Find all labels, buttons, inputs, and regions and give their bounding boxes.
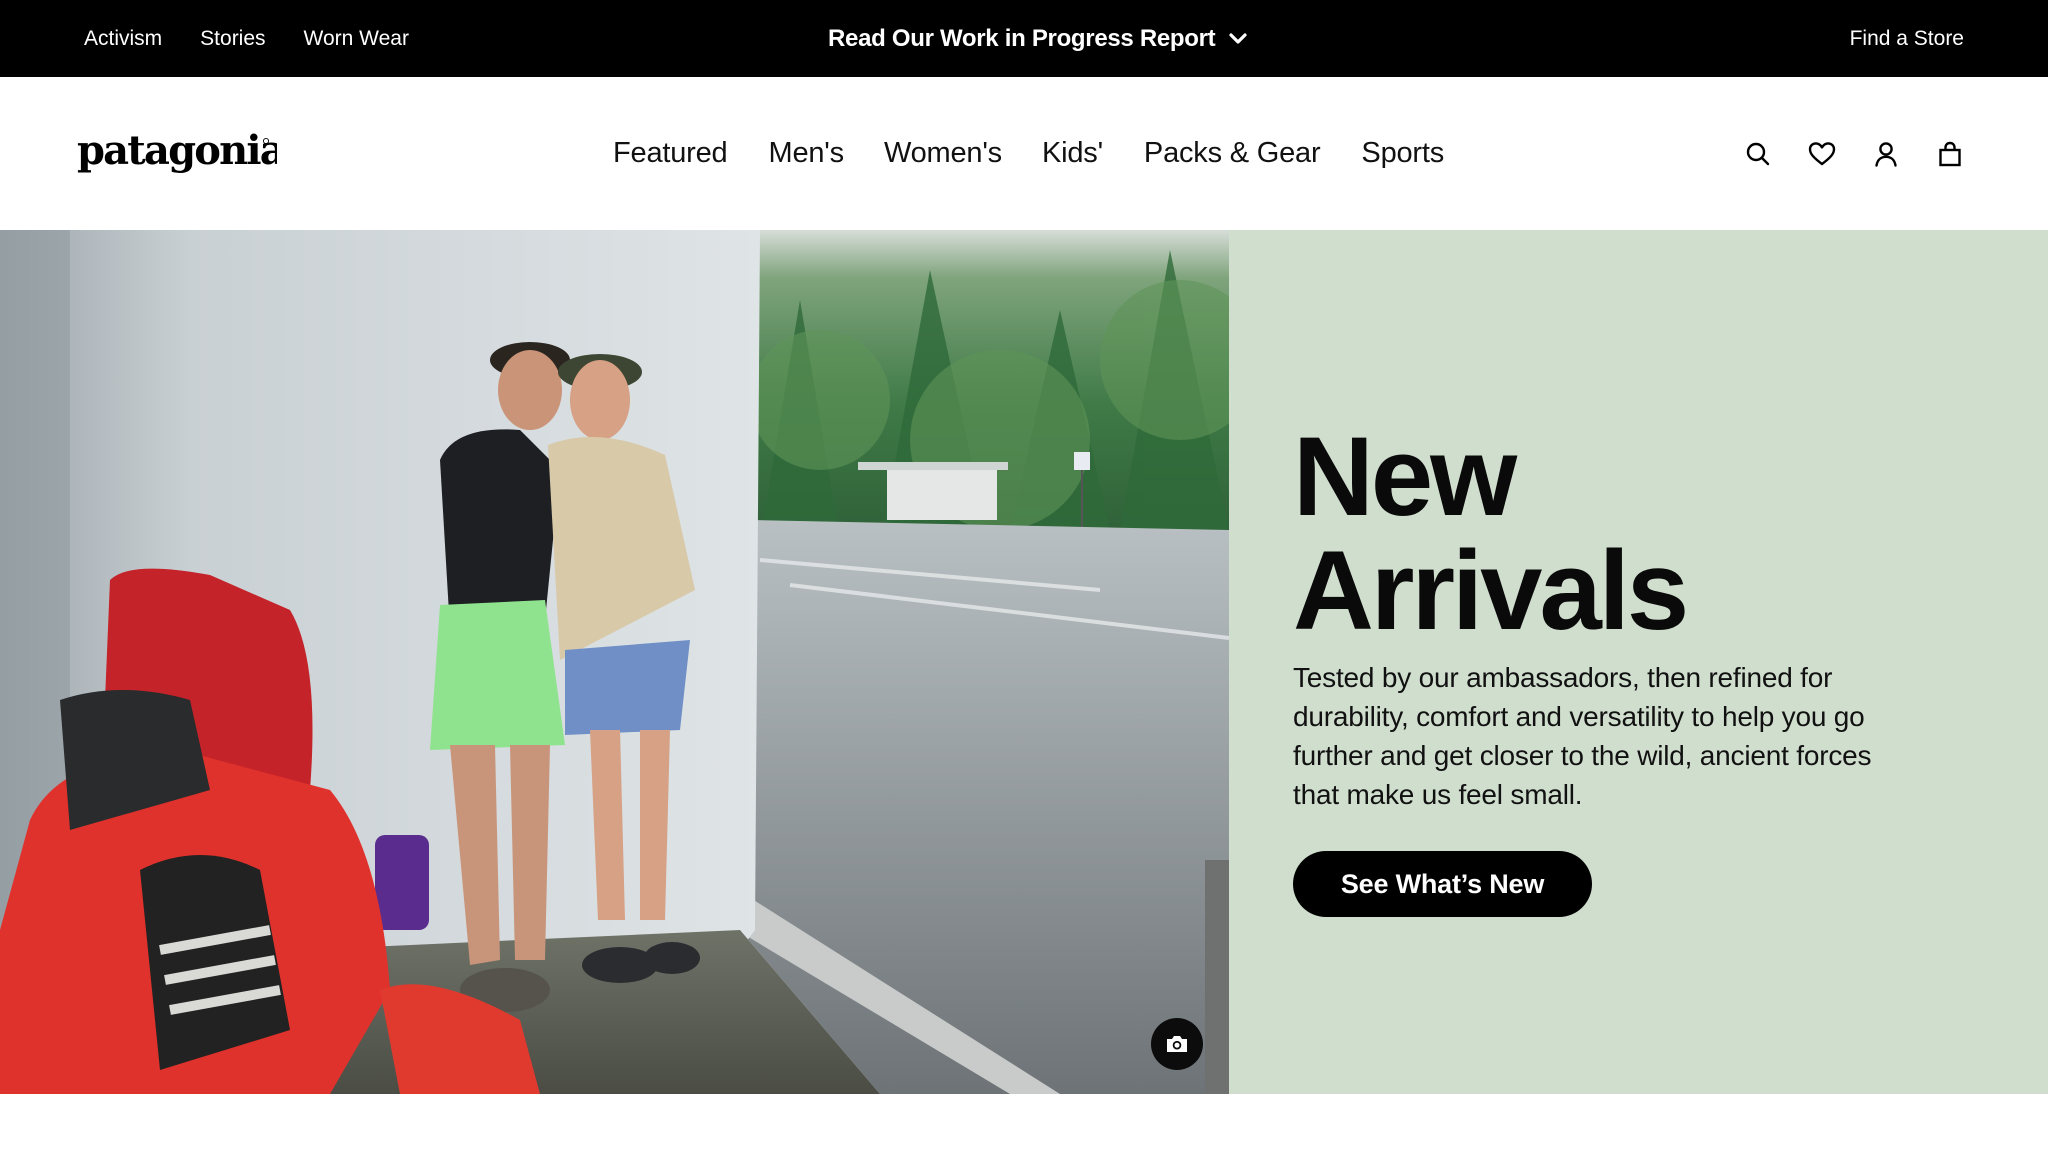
nav-mens[interactable]: Men's (768, 137, 844, 170)
find-store-link[interactable]: Find a Store (1850, 0, 1964, 77)
see-whats-new-button[interactable]: See What’s New (1293, 851, 1592, 917)
logo-wordmark: patagonia (77, 128, 277, 174)
announcement-text: Read Our Work in Progress Report (828, 24, 1216, 52)
hero-title-line-2: Arrivals (1293, 528, 1689, 653)
hero-description: Tested by our ambassadors, then refined … (1293, 662, 1872, 810)
utility-link-worn-wear[interactable]: Worn Wear (304, 27, 409, 51)
nav-packs-gear[interactable]: Packs & Gear (1144, 137, 1321, 170)
hero-panel: New Arrivals Tested by our ambassadors, … (1229, 230, 2048, 1094)
hero: New Arrivals Tested by our ambassadors, … (0, 230, 2048, 1094)
header-actions (1744, 77, 1964, 230)
announcement-toggle[interactable]: Read Our Work in Progress Report (828, 0, 1247, 77)
nav-kids[interactable]: Kids' (1042, 137, 1103, 170)
chevron-down-icon (1229, 32, 1247, 45)
hero-title: New Arrivals (1293, 414, 1689, 653)
nav-womens[interactable]: Women's (884, 137, 1002, 170)
search-icon[interactable] (1744, 140, 1772, 168)
bag-icon[interactable] (1936, 140, 1964, 168)
nav-sports[interactable]: Sports (1361, 137, 1444, 170)
camera-icon[interactable] (1151, 1018, 1203, 1070)
hero-photo-scene (0, 230, 1229, 1094)
utility-bar: Activism Stories Worn Wear Read Our Work… (0, 0, 2048, 77)
account-icon[interactable] (1872, 140, 1900, 168)
hero-photo (0, 230, 1229, 1094)
nav-featured[interactable]: Featured (613, 137, 728, 170)
utility-links: Activism Stories Worn Wear (84, 0, 409, 77)
main-header: patagonia Featured Men's Women's Kids' P… (0, 77, 2048, 230)
hero-title-line-1: New (1293, 414, 1517, 539)
utility-link-stories[interactable]: Stories (200, 27, 265, 51)
patagonia-logo[interactable]: patagonia (77, 127, 287, 180)
utility-link-activism[interactable]: Activism (84, 27, 162, 51)
primary-nav: Featured Men's Women's Kids' Packs & Gea… (613, 77, 1444, 230)
heart-icon[interactable] (1808, 140, 1836, 168)
page-content-below (0, 1094, 2048, 1152)
